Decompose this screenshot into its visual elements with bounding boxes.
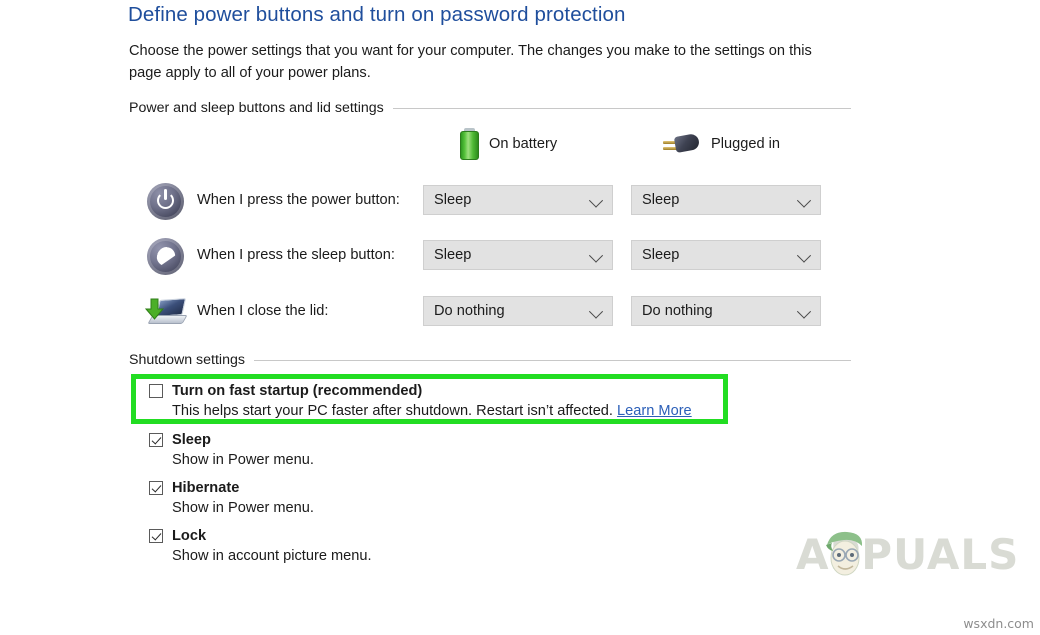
checkbox-sleep[interactable]	[149, 433, 163, 447]
checkbox-item-hibernate-description: Show in Power menu.	[172, 500, 314, 516]
checkbox-hibernate[interactable]	[149, 481, 163, 495]
checkbox-lock[interactable]	[149, 529, 163, 543]
checkbox-item-fast-startup-description: This helps start your PC faster after sh…	[172, 403, 692, 419]
section-header-power-sleep-label: Power and sleep buttons and lid settings	[129, 100, 384, 116]
checkbox-item-sleep-description: Show in Power menu.	[172, 452, 314, 468]
chevron-down-icon	[588, 304, 604, 319]
checkbox-item-lock: Lock Show in account picture menu.	[149, 527, 372, 564]
checkbox-item-lock-label[interactable]: Lock	[172, 528, 206, 544]
intro-paragraph: Choose the power settings that you want …	[129, 43, 812, 81]
dropdown-value: Do nothing	[434, 303, 505, 319]
setting-row-sleep-button-label: When I press the sleep button:	[197, 247, 395, 263]
description-text: This helps start your PC faster after sh…	[172, 403, 618, 419]
section-divider	[392, 107, 851, 109]
learn-more-link[interactable]: Learn More	[617, 403, 692, 419]
plug-icon	[663, 131, 701, 157]
checkbox-item-lock-description: Show in account picture menu.	[172, 548, 372, 564]
checkbox-item-fast-startup: Turn on fast startup (recommended) This …	[149, 382, 692, 419]
page-title: Define power buttons and turn on passwor…	[128, 3, 626, 26]
dropdown-value: Sleep	[434, 247, 472, 263]
chevron-down-icon	[588, 193, 604, 208]
dropdown-power-button-plugged-in[interactable]: Sleep	[631, 185, 821, 215]
section-header-shutdown: Shutdown settings	[129, 352, 851, 368]
battery-icon	[460, 128, 479, 160]
checkbox-item-hibernate-label[interactable]: Hibernate	[172, 480, 239, 496]
dropdown-value: Sleep	[642, 247, 680, 263]
dropdown-value: Sleep	[434, 192, 472, 208]
dropdown-value: Do nothing	[642, 303, 713, 319]
sleep-moon-icon	[143, 232, 189, 278]
checkbox-item-fast-startup-label[interactable]: Turn on fast startup (recommended)	[172, 383, 422, 399]
dropdown-power-button-on-battery[interactable]: Sleep	[423, 185, 613, 215]
appuals-mascot-icon	[826, 531, 863, 576]
checkbox-fast-startup[interactable]	[149, 384, 163, 398]
chevron-down-icon	[796, 193, 812, 208]
column-header-on-battery-label: On battery	[489, 136, 558, 152]
section-header-power-sleep: Power and sleep buttons and lid settings	[129, 100, 851, 116]
section-divider	[253, 359, 851, 361]
column-header-plugged-in-label: Plugged in	[711, 136, 780, 152]
column-header-on-battery: On battery	[460, 127, 557, 161]
power-options-panel: Define power buttons and turn on passwor…	[0, 0, 1040, 635]
column-header-plugged-in: Plugged in	[663, 127, 780, 161]
dropdown-close-lid-plugged-in[interactable]: Do nothing	[631, 296, 821, 326]
power-button-icon	[143, 177, 189, 223]
chevron-down-icon	[796, 304, 812, 319]
checkbox-item-sleep-label[interactable]: Sleep	[172, 432, 211, 448]
checkbox-item-hibernate: Hibernate Show in Power menu.	[149, 479, 314, 516]
dropdown-close-lid-on-battery[interactable]: Do nothing	[423, 296, 613, 326]
chevron-down-icon	[796, 248, 812, 263]
chevron-down-icon	[588, 248, 604, 263]
dropdown-value: Sleep	[642, 192, 680, 208]
appuals-watermark: APPUALS	[796, 528, 1018, 580]
checkbox-item-sleep: Sleep Show in Power menu.	[149, 431, 314, 468]
down-arrow-icon	[145, 298, 165, 320]
setting-row-power-button-label: When I press the power button:	[197, 192, 400, 208]
setting-row-close-lid-label: When I close the lid:	[197, 303, 329, 319]
section-header-shutdown-label: Shutdown settings	[129, 352, 245, 368]
dropdown-sleep-button-plugged-in[interactable]: Sleep	[631, 240, 821, 270]
laptop-lid-icon	[143, 288, 189, 334]
dropdown-sleep-button-on-battery[interactable]: Sleep	[423, 240, 613, 270]
source-watermark: wsxdn.com	[963, 616, 1034, 631]
